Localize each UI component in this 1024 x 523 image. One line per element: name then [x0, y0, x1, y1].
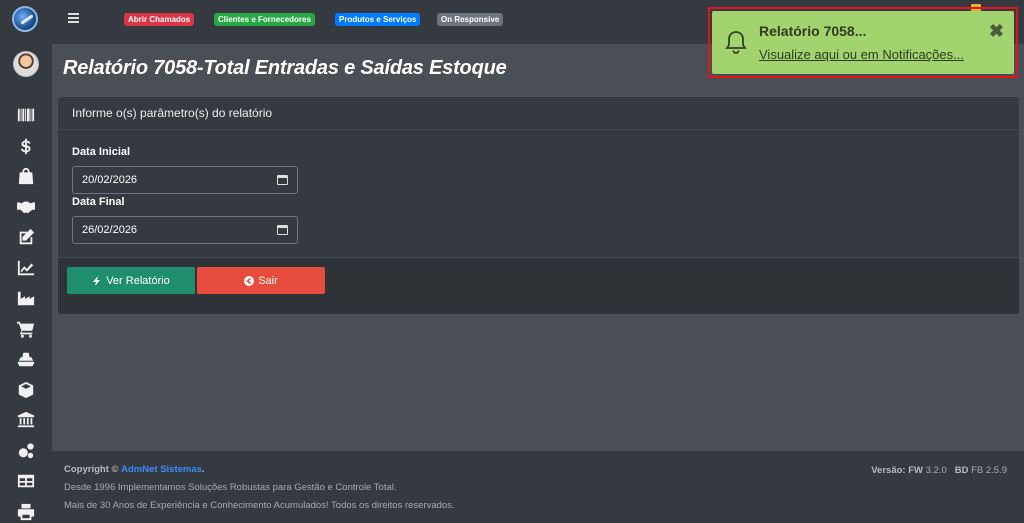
table-icon[interactable] — [0, 466, 52, 497]
company-link[interactable]: AdmNet Sistemas — [121, 464, 202, 475]
fw-version: 3.2.0 — [925, 465, 947, 476]
barcode-icon[interactable] — [0, 100, 52, 131]
view-report-button[interactable]: Ver Relatório — [67, 267, 195, 294]
print-icon[interactable] — [0, 497, 52, 523]
cube-icon[interactable] — [0, 375, 52, 406]
end-date-value: 26/02/2026 — [82, 224, 138, 236]
clients-suppliers-link[interactable]: Clientes e Fornecedores — [214, 13, 315, 26]
user-avatar[interactable] — [13, 51, 39, 77]
dollar-icon[interactable] — [0, 131, 52, 162]
notification-link[interactable]: Visualize aqui ou em Notificações... — [759, 47, 964, 62]
start-date-input[interactable]: 20/02/2026 — [72, 166, 298, 194]
card-footer: Ver Relatório Sair — [58, 257, 1019, 314]
start-date-label: Data Inicial — [72, 146, 131, 158]
page-footer: Copyright © AdmNet Sistemas. Desde 1996 … — [52, 451, 1024, 523]
on-responsive-link[interactable]: On Responsive — [437, 13, 504, 26]
view-report-label: Ver Relatório — [106, 274, 170, 287]
exit-label: Sair — [258, 274, 278, 287]
cogs-icon[interactable] — [0, 436, 52, 467]
start-date-value: 20/02/2026 — [82, 174, 138, 186]
arrow-left-circle-icon — [244, 275, 255, 286]
bolt-icon — [93, 275, 101, 286]
page-title: Relatório 7058-Total Entradas e Saídas E… — [63, 57, 507, 79]
version-info: Versão: FW 3.2.0 BD FB 2.5.9 — [871, 465, 1007, 476]
calendar-icon[interactable] — [277, 225, 288, 235]
end-date-input[interactable]: 26/02/2026 — [72, 216, 298, 244]
copyright-period: . — [201, 464, 205, 475]
bd-version: FB 2.5.9 — [971, 465, 1007, 476]
calendar-icon[interactable] — [277, 175, 288, 185]
notification-toast[interactable]: Relatório 7058... Visualize aqui ou em N… — [712, 11, 1014, 74]
cart-icon[interactable] — [0, 314, 52, 345]
menu-toggle-icon[interactable] — [68, 13, 79, 23]
report-parameters-card: Informe o(s) parâmetro(s) do relatório D… — [58, 97, 1019, 314]
footer-line-2: Desde 1996 Implementamos Soluções Robust… — [64, 482, 397, 493]
products-services-link[interactable]: Produtos e Serviços — [335, 13, 421, 26]
shopping-bag-icon[interactable] — [0, 161, 52, 192]
close-icon[interactable]: ✖ — [989, 21, 1004, 42]
bell-icon — [724, 29, 748, 55]
handshake-icon[interactable] — [0, 192, 52, 223]
notification-title: Relatório 7058... — [759, 23, 867, 39]
copyright-prefix: Copyright © — [64, 464, 119, 475]
sidebar-menu — [0, 100, 52, 523]
industry-icon[interactable] — [0, 283, 52, 314]
line-chart-icon[interactable] — [0, 253, 52, 284]
bank-icon[interactable] — [0, 405, 52, 436]
sidebar — [0, 0, 52, 523]
footer-line-3: Mais de 30 Anos de Experiência e Conheci… — [64, 500, 455, 511]
version-label: Versão: — [871, 465, 906, 476]
end-date-label: Data Final — [72, 196, 125, 208]
logo[interactable] — [12, 6, 38, 32]
card-header: Informe o(s) parâmetro(s) do relatório — [58, 97, 1019, 130]
bd-label: BD — [954, 465, 969, 476]
fw-label: FW — [908, 465, 923, 476]
edit-icon[interactable] — [0, 222, 52, 253]
exit-button[interactable]: Sair — [197, 267, 325, 294]
truck-icon[interactable] — [0, 344, 52, 375]
open-tickets-link[interactable]: Abrir Chamados — [124, 13, 195, 26]
